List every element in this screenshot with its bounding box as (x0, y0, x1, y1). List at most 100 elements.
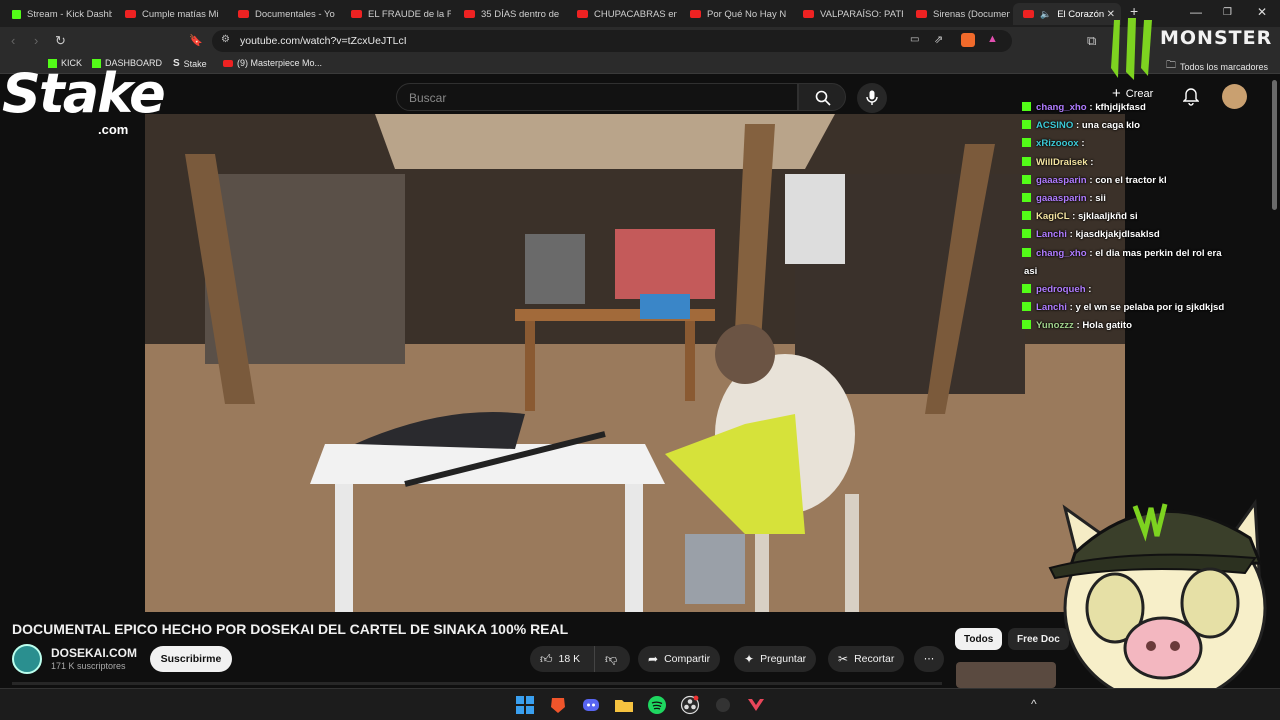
cat-mascot-overlay (1048, 498, 1267, 688)
search-input[interactable]: Buscar (396, 83, 798, 111)
kick-badge-icon (1022, 156, 1031, 166)
chat-text: sii (1095, 193, 1106, 204)
url-text[interactable]: youtube.com/watch?v=tZcxUeJTLcI (240, 35, 407, 47)
tab-fraude[interactable]: EL FRAUDE de la FI (341, 3, 451, 25)
chat-message: asi (1024, 266, 1037, 278)
chat-text: una caga klo (1081, 120, 1140, 132)
youtube-icon (223, 59, 233, 67)
video-frame (145, 114, 1125, 612)
subscriber-count: 171 K suscriptores (51, 661, 126, 671)
tab-cumple[interactable]: Cumple matías Mi (115, 3, 225, 25)
tab-el-corazon[interactable]: 🔈 El Corazón ✕ (1013, 3, 1121, 25)
more-actions-button[interactable]: ⋯ (914, 646, 944, 672)
brave-shield-icon[interactable] (961, 33, 975, 47)
chat-message: xRizooox : (1022, 138, 1085, 150)
notifications-bell-icon[interactable] (1183, 88, 1199, 106)
kick-badge-icon (1022, 320, 1031, 330)
minimize-icon[interactable]: — (1190, 5, 1202, 19)
ask-button[interactable]: ✦ Preguntar (734, 646, 817, 672)
user-avatar[interactable] (1222, 84, 1247, 109)
video-player[interactable] (145, 114, 1125, 612)
chat-message: chang_xho : kfhjdjkfasd (1022, 102, 1146, 114)
new-tab-button[interactable]: + (1130, 3, 1138, 19)
reload-icon[interactable]: ↻ (55, 33, 66, 49)
tab-kick-dashboard[interactable]: Stream - Kick Dashb (2, 3, 112, 25)
chat-message: Lanchi : kjasdkjakjdlsaklsd (1022, 229, 1160, 241)
subscribe-button[interactable]: Suscribirme (150, 646, 232, 672)
discord-icon[interactable] (581, 695, 601, 715)
search-button[interactable] (798, 83, 846, 111)
restore-icon[interactable]: ❐ (1223, 7, 1232, 18)
file-explorer-icon[interactable] (614, 695, 634, 715)
address-bar[interactable]: ⚙ youtube.com/watch?v=tZcxUeJTLcI (212, 30, 1012, 52)
tab-chupacabras[interactable]: CHUPACABRAS en (567, 3, 677, 25)
close-window-icon[interactable]: ✕ (1257, 5, 1267, 19)
brave-browser-icon[interactable] (548, 695, 568, 715)
tab-35-dias[interactable]: 35 DÍAS dentro de (454, 3, 564, 25)
chat-text: asi (1024, 265, 1038, 277)
chat-username: pedroqueh (1036, 284, 1086, 295)
extensions-icon[interactable]: ⧉ (1087, 33, 1096, 49)
kick-badge-icon (1022, 174, 1031, 184)
like-button[interactable]: 👍︎ 18 K (530, 646, 594, 672)
clip-button[interactable]: ✂ Recortar (828, 646, 905, 672)
chip-todos[interactable]: Todos (955, 628, 1003, 650)
microphone-icon (866, 90, 878, 105)
description-box-edge (12, 682, 942, 685)
recommended-thumbnail[interactable] (956, 662, 1056, 688)
back-icon[interactable]: ‹ (11, 33, 15, 48)
tab-valparaiso[interactable]: VALPARAÍSO: PATR (793, 3, 903, 25)
share-arrow-icon: ➦ (648, 652, 659, 666)
kick-badge-icon (1022, 284, 1031, 293)
app-circle-icon[interactable] (713, 695, 733, 715)
all-bookmarks[interactable]: 🗀 Todos los marcadores (1166, 58, 1268, 75)
youtube-icon (1023, 10, 1034, 18)
speaker-icon: 🔈 (1040, 8, 1052, 19)
chat-separator: : (1078, 138, 1085, 150)
channel-avatar[interactable] (12, 644, 42, 674)
youtube-icon (351, 10, 362, 18)
page-scrollbar[interactable] (1272, 80, 1277, 210)
bookmark-icon[interactable]: 🔖 (189, 34, 203, 47)
stake-icon: S (173, 58, 180, 69)
youtube-icon (464, 10, 475, 18)
plus-icon: + (1112, 85, 1121, 102)
create-button[interactable]: + Crear (1112, 85, 1153, 102)
voice-search-button[interactable] (857, 83, 887, 113)
bookmark-masterpiece[interactable]: (9) Masterpiece Mo... (223, 58, 322, 68)
tab-sirenas[interactable]: Sirenas (Documen (906, 3, 1010, 25)
chat-text: con el tractor kl (1095, 174, 1167, 186)
channel-name[interactable]: DOSEKAI.COM (51, 646, 137, 660)
tab-por-que[interactable]: Por Qué No Hay N (680, 3, 790, 25)
cast-icon[interactable]: ▭ (910, 34, 919, 45)
stake-logo: Stake (2, 62, 166, 125)
chat-separator: : (1073, 120, 1082, 132)
dislike-button[interactable]: 👎︎ (594, 646, 630, 672)
bookmark-stake[interactable]: S Stake (173, 58, 207, 69)
valorant-icon[interactable] (746, 695, 766, 715)
chat-separator: : (1069, 211, 1078, 223)
chat-message: gaaasparin : sii (1022, 193, 1106, 205)
chat-username: gaaasparin (1036, 193, 1087, 204)
windows-start-icon[interactable] (515, 695, 535, 715)
chat-separator: : (1087, 156, 1094, 168)
sparkle-icon: ✦ (744, 652, 755, 666)
chat-username: KagiCL (1036, 211, 1070, 223)
site-info-icon[interactable]: ⚙ (221, 34, 230, 45)
scissors-icon: ✂ (838, 652, 849, 666)
system-tray-chevron-icon[interactable]: ^ (1031, 697, 1037, 711)
share-button[interactable]: ➦ Compartir (638, 646, 721, 672)
browser-toolbar: ‹ › ↻ 🔖 ⚙ youtube.com/watch?v=tZcxUeJTLc… (0, 27, 1280, 54)
forward-icon[interactable]: › (34, 33, 38, 48)
kick-badge-icon (1022, 302, 1031, 312)
obs-studio-icon[interactable] (680, 695, 700, 715)
share-icon[interactable]: ⇗ (934, 33, 943, 46)
chat-separator: : (1086, 102, 1096, 113)
brave-rewards-icon[interactable]: ▲ (987, 33, 998, 45)
chat-text: Hola gatito (1082, 320, 1132, 332)
spotify-icon[interactable] (647, 695, 667, 715)
chat-message: gaaasparin : con el tractor kl (1022, 174, 1167, 187)
monster-claw-icon (1111, 18, 1152, 80)
tab-documentales[interactable]: Documentales - Yo (228, 3, 338, 25)
chat-username: Lanchi (1036, 302, 1067, 314)
